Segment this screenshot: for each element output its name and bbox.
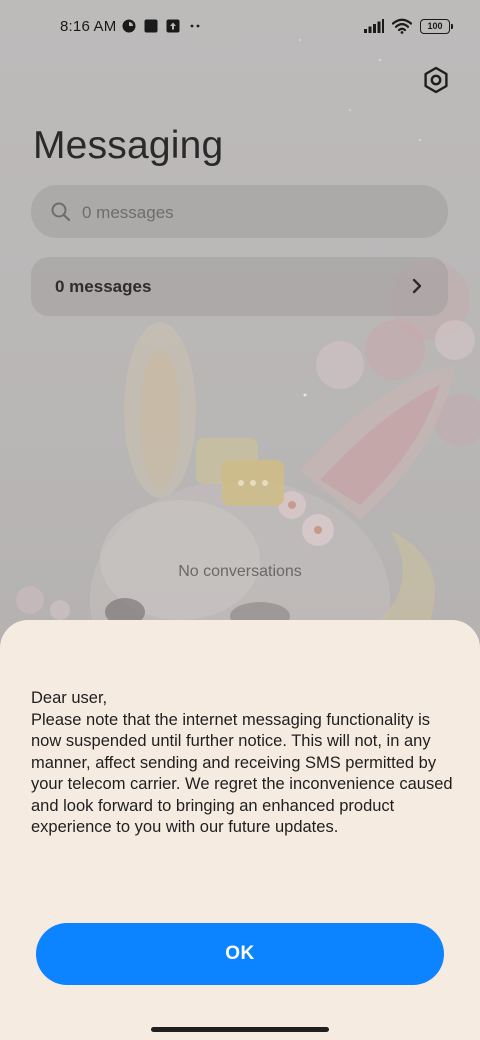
status-bar: 8:16 AM 100 xyxy=(0,0,480,56)
app-notification-icon xyxy=(122,19,136,33)
wifi-icon xyxy=(392,18,412,34)
notification-icons xyxy=(122,19,202,33)
notice-dialog: Dear user, Please note that the internet… xyxy=(0,620,480,1040)
settings-icon[interactable] xyxy=(422,66,450,94)
search-placeholder: 0 messages xyxy=(82,203,174,222)
system-status-icons: 100 xyxy=(364,18,453,34)
status-time: 8:16 AM xyxy=(60,18,117,35)
search-icon xyxy=(51,202,71,222)
home-indicator[interactable] xyxy=(151,1027,329,1032)
search-input[interactable]: 0 messages xyxy=(31,185,448,238)
messages-row-label: 0 messages xyxy=(55,277,152,296)
chat-bubbles-icon xyxy=(196,438,284,506)
dialog-message: Dear user, Please note that the internet… xyxy=(31,689,453,836)
signal-icon xyxy=(364,19,384,33)
ok-button[interactable]: OK xyxy=(36,923,444,985)
empty-state-text: No conversations xyxy=(178,563,302,580)
battery-icon: 100 xyxy=(420,18,453,34)
upload-notification-icon xyxy=(166,19,180,33)
page-title: Messaging xyxy=(33,124,224,167)
messages-row[interactable]: 0 messages xyxy=(31,257,448,316)
square-notification-icon xyxy=(144,19,158,33)
more-dots-icon xyxy=(190,24,200,28)
chevron-right-icon xyxy=(412,278,422,294)
